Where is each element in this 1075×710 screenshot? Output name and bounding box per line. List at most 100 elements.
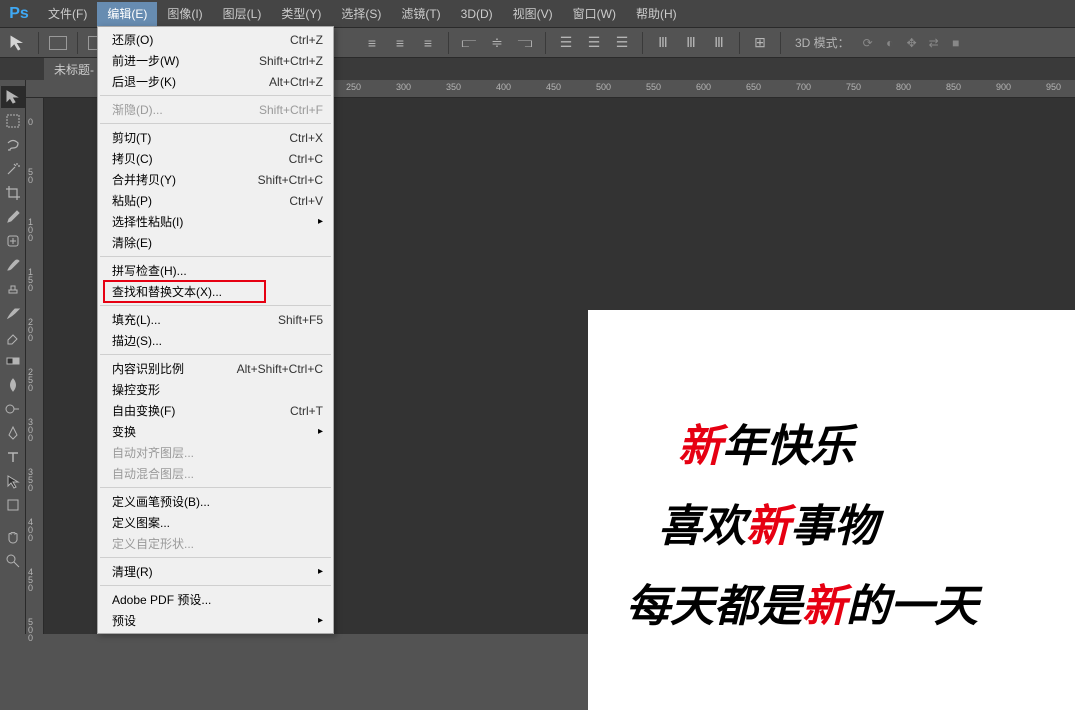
menu-item[interactable]: 定义画笔预设(B)... — [98, 491, 333, 512]
path-selection-tool[interactable] — [1, 470, 25, 492]
ruler-mark: 200 — [28, 318, 44, 342]
menu-item[interactable]: 内容识别比例Alt+Shift+Ctrl+C — [98, 358, 333, 379]
pen-tool[interactable] — [1, 422, 25, 444]
marquee-tool[interactable] — [1, 110, 25, 132]
eyedropper-tool[interactable] — [1, 206, 25, 228]
3d-scale-icon[interactable]: ■ — [948, 35, 964, 51]
type-tool[interactable] — [1, 446, 25, 468]
menu-window[interactable]: 窗口(W) — [563, 2, 626, 26]
menu-item: 渐隐(D)...Shift+Ctrl+F — [98, 99, 333, 120]
menu-separator — [100, 256, 331, 257]
align-left-icon[interactable]: ⫍ — [459, 33, 479, 53]
document-tab[interactable]: 未标题- — [44, 57, 104, 81]
menu-item-label: 定义图案... — [112, 514, 170, 531]
text: 喜欢 — [658, 502, 746, 551]
menu-item[interactable]: 剪切(T)Ctrl+X — [98, 127, 333, 148]
3d-slide-icon[interactable]: ⇄ — [926, 35, 942, 51]
menu-separator — [100, 585, 331, 586]
auto-layer-icon[interactable]: ⊞ — [750, 33, 770, 53]
menu-type[interactable]: 类型(Y) — [271, 2, 331, 26]
3d-rotate-icon[interactable]: ⟳ — [860, 35, 876, 51]
distribute-left-icon[interactable]: Ⅲ — [653, 33, 673, 53]
menu-file[interactable]: 文件(F) — [38, 2, 97, 26]
separator — [448, 32, 449, 54]
clone-stamp-tool[interactable] — [1, 278, 25, 300]
distribute-vcenter-icon[interactable]: ☰ — [584, 33, 604, 53]
menu-select[interactable]: 选择(S) — [331, 2, 391, 26]
move-tool[interactable] — [1, 86, 25, 108]
menu-item-shortcut: Alt+Shift+Ctrl+C — [237, 362, 323, 376]
menu-item[interactable]: 粘贴(P)Ctrl+V — [98, 190, 333, 211]
distribute-bottom-icon[interactable]: ☰ — [612, 33, 632, 53]
menu-layer[interactable]: 图层(L) — [213, 2, 272, 26]
menu-item[interactable]: Adobe PDF 预设... — [98, 589, 333, 610]
crop-tool[interactable] — [1, 182, 25, 204]
3d-roll-icon[interactable]: ◐ — [882, 35, 898, 51]
menu-item[interactable]: 选择性粘贴(I) — [98, 211, 333, 232]
lasso-tool[interactable] — [1, 134, 25, 156]
healing-brush-tool[interactable] — [1, 230, 25, 252]
gradient-tool[interactable] — [1, 350, 25, 372]
ruler-mark: 700 — [796, 82, 811, 92]
menu-item-label: 变换 — [112, 423, 136, 440]
keyword: 新 — [802, 582, 846, 631]
menu-item[interactable]: 描边(S)... — [98, 330, 333, 351]
move-tool-icon[interactable] — [8, 33, 28, 53]
menu-item[interactable]: 还原(O)Ctrl+Z — [98, 29, 333, 50]
menu-item-label: 选择性粘贴(I) — [112, 213, 183, 230]
3d-pan-icon[interactable]: ✥ — [904, 35, 920, 51]
ruler-mark: 250 — [28, 368, 44, 392]
menu-item: 自动混合图层... — [98, 463, 333, 484]
menu-item[interactable]: 前进一步(W)Shift+Ctrl+Z — [98, 50, 333, 71]
menu-item[interactable]: 合并拷贝(Y)Shift+Ctrl+C — [98, 169, 333, 190]
menu-item-label: 还原(O) — [112, 31, 153, 48]
blur-tool[interactable] — [1, 374, 25, 396]
dodge-tool[interactable] — [1, 398, 25, 420]
eraser-tool[interactable] — [1, 326, 25, 348]
menu-item[interactable]: 清除(E) — [98, 232, 333, 253]
distribute-top-icon[interactable]: ☰ — [556, 33, 576, 53]
align-icon[interactable]: ≡ — [418, 33, 438, 53]
menu-item[interactable]: 变换 — [98, 421, 333, 442]
align-right-icon[interactable]: ⫎ — [515, 33, 535, 53]
edit-menu-dropdown: 还原(O)Ctrl+Z前进一步(W)Shift+Ctrl+Z后退一步(K)Alt… — [97, 26, 334, 634]
distribute-right-icon[interactable]: Ⅲ — [709, 33, 729, 53]
ruler-mark: 750 — [846, 82, 861, 92]
menu-item[interactable]: 预设 — [98, 610, 333, 631]
brush-tool[interactable] — [1, 254, 25, 276]
menu-item[interactable]: 拷贝(C)Ctrl+C — [98, 148, 333, 169]
menu-item[interactable]: 后退一步(K)Alt+Ctrl+Z — [98, 71, 333, 92]
align-icon[interactable]: ≡ — [362, 33, 382, 53]
menu-item[interactable]: 自由变换(F)Ctrl+T — [98, 400, 333, 421]
align-icon[interactable]: ≡ — [390, 33, 410, 53]
menu-filter[interactable]: 滤镜(T) — [391, 2, 450, 26]
magic-wand-tool[interactable] — [1, 158, 25, 180]
menu-separator — [100, 95, 331, 96]
menu-edit[interactable]: 编辑(E) — [97, 2, 157, 26]
menu-item-shortcut: Shift+Ctrl+F — [259, 103, 323, 117]
menu-item-label: 查找和替换文本(X)... — [112, 283, 222, 300]
distribute-hcenter-icon[interactable]: Ⅲ — [681, 33, 701, 53]
menu-item-shortcut: Shift+Ctrl+C — [258, 173, 323, 187]
menu-item[interactable]: 查找和替换文本(X)... — [98, 281, 333, 302]
menu-item[interactable]: 定义图案... — [98, 512, 333, 533]
shape-tool[interactable] — [1, 494, 25, 516]
separator — [545, 32, 546, 54]
menu-3d[interactable]: 3D(D) — [451, 2, 503, 26]
menu-help[interactable]: 帮助(H) — [626, 2, 687, 26]
align-center-icon[interactable]: ≑ — [487, 33, 507, 53]
menu-view[interactable]: 视图(V) — [503, 2, 563, 26]
text: 每天都是 — [626, 582, 802, 631]
hand-tool[interactable] — [1, 526, 25, 548]
ruler-mark: 250 — [346, 82, 361, 92]
history-brush-tool[interactable] — [1, 302, 25, 324]
menu-item[interactable]: 操控变形 — [98, 379, 333, 400]
zoom-tool[interactable] — [1, 550, 25, 572]
menu-item[interactable]: 填充(L)...Shift+F5 — [98, 309, 333, 330]
menu-item[interactable]: 清理(R) — [98, 561, 333, 582]
text-line-1: 新年快乐 — [678, 410, 854, 474]
menu-item[interactable]: 拼写检查(H)... — [98, 260, 333, 281]
menu-image[interactable]: 图像(I) — [157, 2, 212, 26]
auto-select-checkbox[interactable] — [49, 36, 67, 50]
toolbox — [0, 80, 26, 634]
